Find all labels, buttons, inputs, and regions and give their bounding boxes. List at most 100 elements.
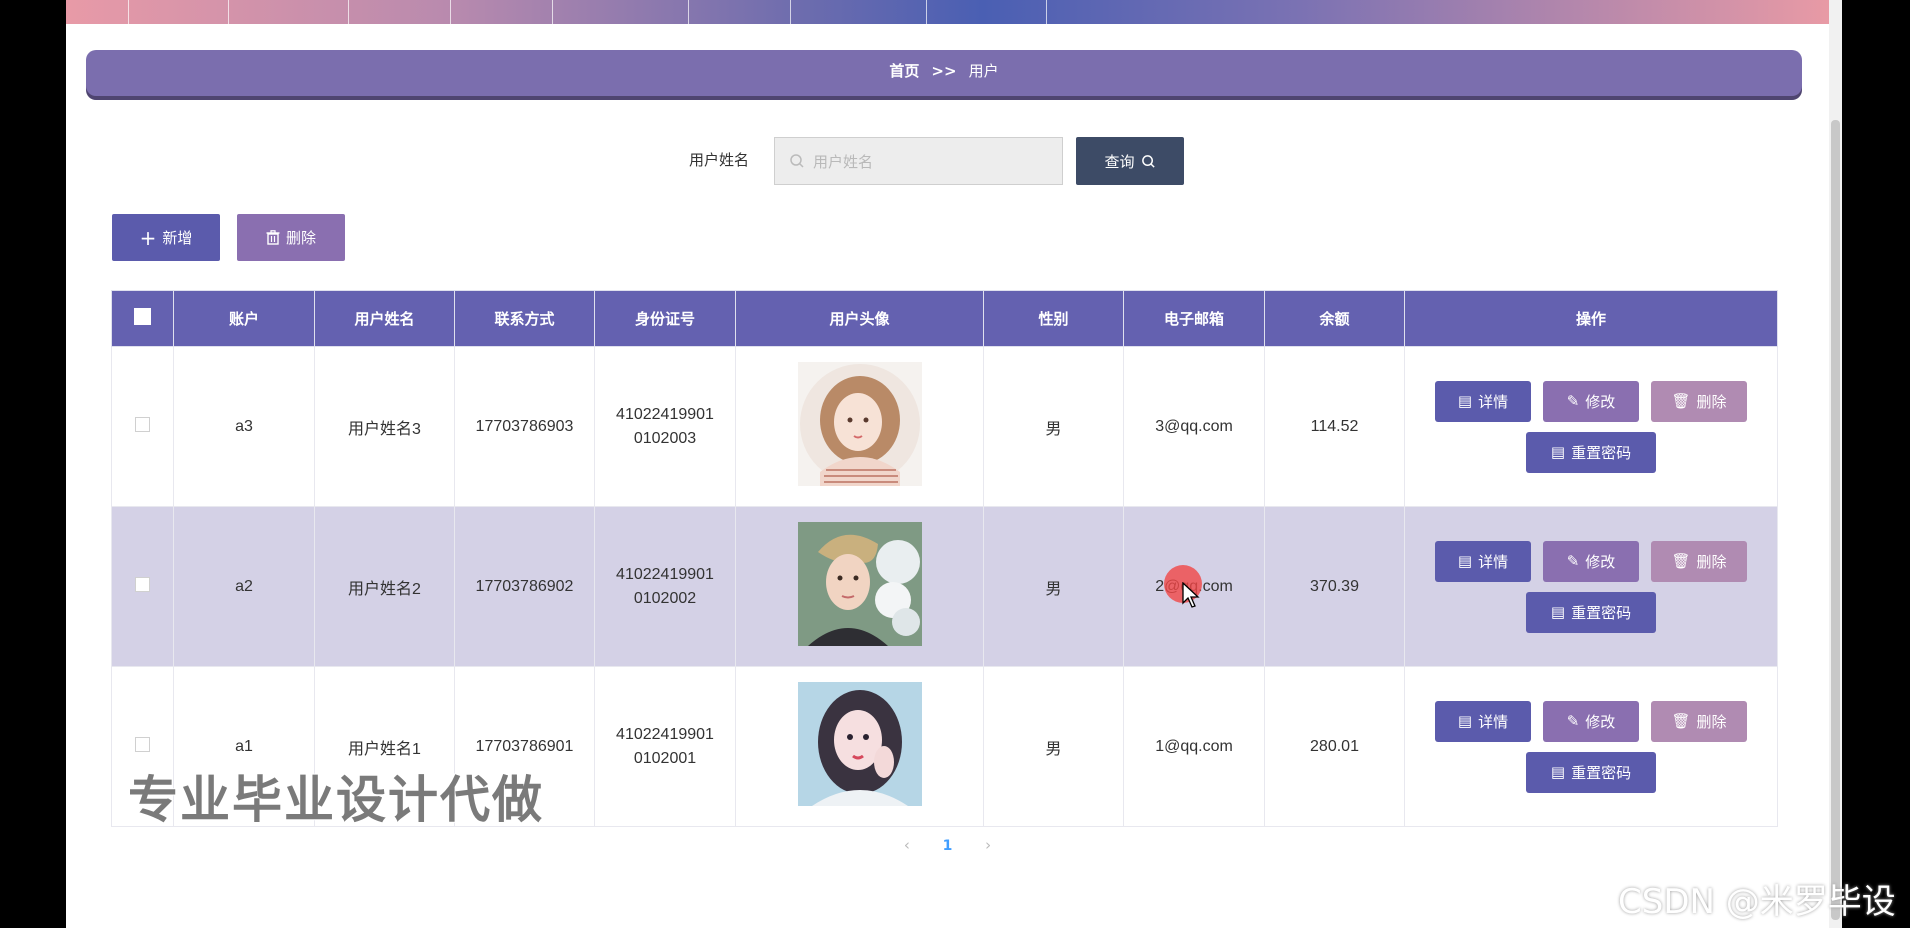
phone-cell: 17703786903	[454, 346, 595, 507]
trash-icon	[266, 230, 280, 245]
name-cell: 用户姓名2	[314, 506, 455, 667]
add-button[interactable]: + 新增	[112, 214, 220, 261]
avatar-girl-2[interactable]	[797, 682, 922, 806]
csdn-watermark: CSDN @米罗毕设	[1618, 882, 1896, 922]
top-nav-bar	[66, 0, 1829, 24]
avatar-boy[interactable]	[797, 522, 922, 646]
nav-item[interactable]	[128, 0, 229, 24]
gender-cell: 男	[983, 506, 1124, 667]
select-all-checkbox[interactable]	[134, 308, 151, 325]
delete-button-label: 删除	[1696, 712, 1727, 731]
column-header: 操作	[1404, 290, 1778, 347]
document-icon: ▤	[1550, 603, 1566, 621]
nav-item[interactable]	[348, 0, 451, 24]
id-number-line: 41022419901	[616, 725, 714, 743]
account-cell: a3	[173, 346, 315, 507]
phone-cell: 17703786902	[454, 506, 595, 667]
edit-button[interactable]: ✎ 修改	[1543, 380, 1639, 422]
column-header: 用户头像	[735, 290, 984, 347]
account-cell: a2	[173, 506, 315, 667]
breadcrumb: 首页 >> 用户	[86, 50, 1802, 96]
reset-password-button[interactable]: ▤ 重置密码	[1526, 591, 1656, 633]
search-field[interactable]	[774, 137, 1063, 186]
document-icon: ▤	[1457, 712, 1473, 730]
current-page[interactable]: 1	[943, 838, 953, 854]
avatar-cell	[735, 346, 984, 507]
row-checkbox[interactable]	[135, 416, 150, 432]
document-icon: ▤	[1550, 763, 1566, 781]
id-number-line: 41022419901	[616, 565, 714, 583]
edit-button-label: 修改	[1585, 552, 1616, 571]
nav-item[interactable]	[926, 0, 1047, 24]
column-header[interactable]: 电子邮箱	[1123, 290, 1265, 347]
reset-password-label: 重置密码	[1571, 763, 1632, 782]
trash-icon: 🗑	[1671, 392, 1691, 410]
delete-button[interactable]: 🗑 删除	[1651, 700, 1747, 742]
detail-button[interactable]: ▤ 详情	[1435, 700, 1531, 742]
prev-page-button[interactable]: ‹	[904, 836, 910, 854]
delete-button[interactable]: 🗑 删除	[1651, 380, 1747, 422]
delete-button[interactable]: 🗑 删除	[1651, 540, 1747, 582]
query-button[interactable]: 查询	[1076, 137, 1184, 185]
reset-password-button[interactable]: ▤ 重置密码	[1526, 751, 1656, 793]
id-number-line: 0102001	[633, 749, 697, 767]
breadcrumb-separator: >>	[931, 62, 957, 80]
gender-cell: 男	[983, 666, 1124, 827]
row-checkbox[interactable]	[135, 736, 150, 752]
pagination: ‹ 1 ›	[66, 836, 1829, 854]
column-header[interactable]: 账户	[173, 290, 315, 347]
column-header[interactable]: 余额	[1264, 290, 1405, 347]
avatar-girl-1[interactable]	[797, 362, 922, 486]
table-row: a3 用户姓名3 17703786903 41022419901 0102003	[111, 346, 1778, 507]
actions-cell: ▤ 详情 ✎ 修改 🗑 删除 ▤ 重置密码	[1404, 506, 1778, 667]
select-all-cell	[111, 290, 174, 347]
edit-button[interactable]: ✎ 修改	[1543, 700, 1639, 742]
nav-item[interactable]	[228, 0, 349, 24]
row-select-cell	[111, 506, 174, 667]
detail-button[interactable]: ▤ 详情	[1435, 380, 1531, 422]
scrollbar-thumb[interactable]	[1831, 120, 1840, 920]
edit-button-label: 修改	[1585, 712, 1616, 731]
actions-cell: ▤ 详情 ✎ 修改 🗑 删除 ▤ 重置密码	[1404, 666, 1778, 827]
row-checkbox[interactable]	[135, 576, 150, 592]
nav-item[interactable]	[66, 0, 129, 24]
batch-delete-button[interactable]: 删除	[237, 214, 345, 261]
email-cell: 1@qq.com	[1123, 666, 1265, 827]
user-table: 账户 用户姓名 联系方式 身份证号 用户头像 性别 电子邮箱 余额 操作 a3 …	[111, 290, 1778, 827]
reset-password-button[interactable]: ▤ 重置密码	[1526, 431, 1656, 473]
detail-button[interactable]: ▤ 详情	[1435, 540, 1531, 582]
pencil-icon: ✎	[1566, 552, 1580, 570]
add-button-label: 新增	[162, 229, 193, 247]
column-header[interactable]: 身份证号	[594, 290, 736, 347]
id-number-cell: 41022419901 0102002	[594, 506, 736, 667]
nav-item[interactable]	[790, 0, 927, 24]
breadcrumb-home[interactable]: 首页	[889, 62, 919, 80]
nav-item[interactable]	[688, 0, 791, 24]
search-icon	[790, 154, 804, 168]
detail-button-label: 详情	[1478, 712, 1509, 731]
search-input[interactable]	[811, 138, 1055, 186]
column-header[interactable]: 用户姓名	[314, 290, 455, 347]
watermark-text: 专业毕业设计代做	[127, 770, 544, 830]
pencil-icon: ✎	[1566, 392, 1580, 410]
vertical-scrollbar[interactable]	[1829, 0, 1842, 928]
nav-item[interactable]	[450, 0, 553, 24]
id-number-line: 41022419901	[616, 405, 714, 423]
actions-cell: ▤ 详情 ✎ 修改 🗑 删除 ▤ 重置密码	[1404, 346, 1778, 507]
delete-button-label: 删除	[1696, 392, 1727, 411]
column-header[interactable]: 联系方式	[454, 290, 595, 347]
next-page-button[interactable]: ›	[985, 836, 991, 854]
column-header[interactable]: 性别	[983, 290, 1124, 347]
balance-cell: 370.39	[1264, 506, 1405, 667]
query-button-label: 查询	[1104, 153, 1135, 171]
avatar-cell	[735, 666, 984, 827]
detail-button-label: 详情	[1478, 552, 1509, 571]
id-number-cell: 41022419901 0102001	[594, 666, 736, 827]
edit-button[interactable]: ✎ 修改	[1543, 540, 1639, 582]
nav-item[interactable]	[552, 0, 689, 24]
document-icon: ▤	[1457, 552, 1473, 570]
balance-cell: 114.52	[1264, 346, 1405, 507]
reset-password-label: 重置密码	[1571, 603, 1632, 622]
trash-icon: 🗑	[1671, 552, 1691, 570]
id-number-cell: 41022419901 0102003	[594, 346, 736, 507]
